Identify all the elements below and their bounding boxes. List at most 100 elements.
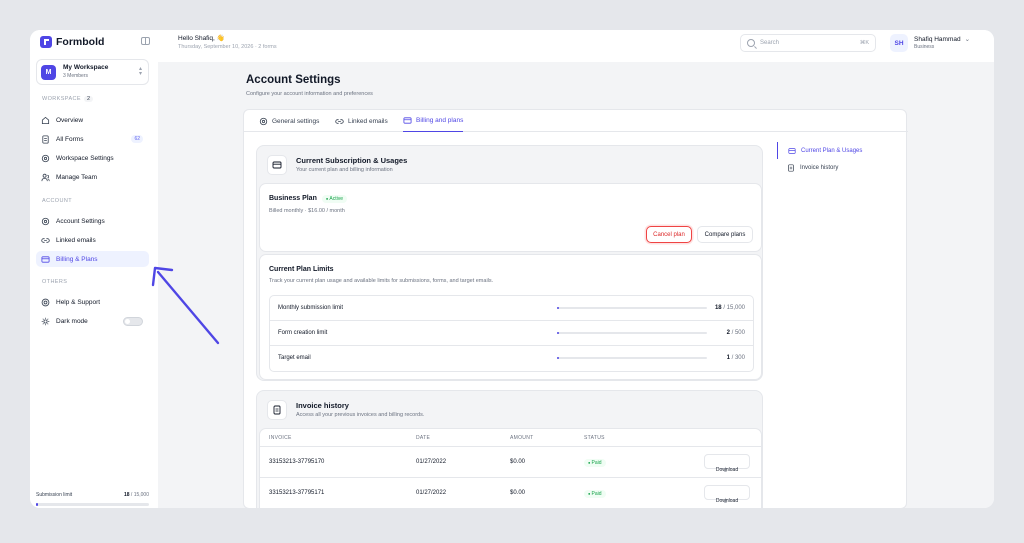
dark-mode-toggle[interactable] [123, 317, 143, 326]
greeting: Hello Shafiq, 👋 [178, 35, 225, 42]
tab-label: Linked emails [348, 117, 388, 125]
sidebar-item-help-support[interactable]: Help & Support [36, 294, 149, 310]
subscription-panel: Current Subscription & Usages Your curre… [256, 145, 763, 381]
section-nav-invoice-history[interactable]: Invoice history [777, 159, 897, 176]
sidebar-item-label: Dark mode [56, 317, 88, 325]
user-menu[interactable]: Shafiq Hammad ⌄ [914, 35, 970, 43]
tab-label: Billing and plans [416, 117, 464, 124]
tab-linked-emails[interactable]: Linked emails [335, 110, 388, 132]
workspace-switcher[interactable]: M My Workspace 3 Members ▴ ▾ [36, 59, 149, 85]
limit-progress-fill [557, 307, 560, 309]
workspace-members: 3 Members [63, 73, 89, 79]
document-icon [787, 163, 795, 172]
column-header: AMOUNT [510, 435, 534, 441]
limit-row: Monthly submission limit 18 / 15,000 [270, 296, 753, 321]
credit-card-icon [788, 147, 796, 155]
chevron-down-icon: ⌄ [964, 36, 971, 43]
search-input[interactable]: Search ⌘K [740, 34, 876, 52]
link-icon [41, 236, 50, 245]
plan-name: Business PlanActive [269, 195, 348, 203]
limits-title: Current Plan Limits [269, 266, 334, 273]
section-label-account: ACCOUNT [42, 198, 72, 204]
limit-progress-bar [557, 332, 707, 334]
sidebar-item-linked-emails[interactable]: Linked emails [36, 232, 149, 248]
download-button[interactable]: ⤓ Download [704, 454, 750, 473]
sidebar-item-overview[interactable]: Overview [36, 112, 149, 128]
sidebar-item-label: Billing & Plans [56, 255, 98, 263]
brand[interactable]: Formbold [40, 35, 150, 49]
invoice-id: 33153213-37795171 [269, 490, 325, 496]
section-nav-label: Invoice history [800, 164, 839, 171]
section-nav: Current Plan & Usages Invoice history [777, 142, 897, 176]
subscription-subtitle: Your current plan and billing informatio… [296, 167, 393, 173]
plan-billing: Billed monthly · $16.00 / month [269, 208, 345, 214]
submission-total: / 15,000 [130, 492, 149, 498]
plan-limits-card: Current Plan Limits Track your current p… [259, 254, 762, 380]
sidebar-collapse-icon[interactable] [141, 37, 150, 45]
forms-count-badge: 62 [131, 135, 143, 143]
submission-limit-label: Submission limit [36, 492, 73, 498]
limit-row: Target email 1 / 300 [270, 346, 753, 371]
workspace-name: My Workspace [63, 64, 109, 71]
user-name: Shafiq Hammad [914, 36, 961, 43]
search-icon [747, 39, 755, 47]
invoice-title: Invoice history [296, 401, 349, 410]
status-badge: Paid [584, 459, 606, 467]
invoice-amount: $0.00 [510, 459, 526, 465]
workspace-count-badge: 2 [83, 96, 94, 102]
column-header: DATE [416, 435, 431, 441]
credit-card-icon [403, 116, 412, 125]
search-placeholder: Search [760, 40, 780, 46]
limit-value: 18 / 15,000 [714, 305, 745, 311]
section-label-others: OTHERS [42, 279, 68, 285]
table-row: 33153213-37795171 01/27/2022 $0.00 Paid … [260, 478, 761, 508]
sidebar-item-manage-team[interactable]: Manage Team [36, 169, 149, 185]
limits-subtitle: Track your current plan usage and availa… [269, 278, 494, 284]
invoice-panel: Invoice history Access all your previous… [256, 390, 763, 508]
link-icon [335, 117, 344, 126]
table-header: INVOICE DATE AMOUNT STATUS [260, 429, 761, 447]
invoice-date: 01/27/2022 [416, 459, 447, 465]
submission-progress-fill [36, 503, 39, 506]
invoice-table: INVOICE DATE AMOUNT STATUS 33153213-3779… [259, 428, 762, 508]
gear-icon [41, 217, 50, 226]
chevron-updown-icon: ▴ ▾ [138, 66, 142, 77]
sidebar-item-dark-mode: Dark mode [36, 313, 149, 329]
top-header: Hello Shafiq, 👋 Thursday, September 10, … [158, 30, 994, 62]
gear-icon [41, 154, 50, 163]
compare-plans-button[interactable]: Compare plans [697, 226, 753, 243]
support-icon [41, 298, 50, 307]
submission-used: 18 [123, 492, 130, 498]
sidebar-item-account-settings[interactable]: Account Settings [36, 213, 149, 229]
limits-table: Monthly submission limit 18 / 15,000 For… [269, 295, 754, 372]
limit-value: 2 / 500 [726, 330, 745, 336]
limit-name: Monthly submission limit [278, 305, 344, 311]
sidebar-item-label: Linked emails [56, 236, 96, 244]
sidebar-item-label: Workspace Settings [56, 154, 114, 162]
sidebar-item-label: Account Settings [56, 217, 105, 225]
sidebar-item-label: All Forms [56, 135, 84, 143]
home-icon [41, 116, 50, 125]
tab-billing-plans[interactable]: Billing and plans [403, 110, 464, 132]
date-line: Thursday, September 10, 2026 · 2 forms [178, 44, 277, 50]
sidebar-item-all-forms[interactable]: All Forms 62 [36, 131, 149, 147]
column-header: STATUS [584, 435, 605, 441]
brand-name: Formbold [56, 36, 105, 48]
tab-label: General settings [272, 117, 320, 125]
cancel-plan-button[interactable]: Cancel plan [646, 226, 692, 243]
limit-progress-bar [557, 307, 707, 309]
plan-card: Business PlanActive Billed monthly · $16… [259, 183, 762, 252]
limit-progress-fill [557, 357, 560, 359]
user-avatar[interactable]: SH [890, 34, 908, 52]
plan-status-badge: Active [321, 195, 348, 203]
formbold-logo-icon [40, 36, 52, 48]
sidebar-item-workspace-settings[interactable]: Workspace Settings [36, 150, 149, 166]
section-nav-current-plan[interactable]: Current Plan & Usages [777, 142, 897, 159]
tab-general-settings[interactable]: General settings [259, 110, 319, 132]
sun-icon [41, 317, 50, 326]
sidebar-item-billing-plans[interactable]: Billing & Plans [36, 251, 149, 267]
section-label-workspace: WORKSPACE 2 [42, 96, 94, 102]
invoice-amount: $0.00 [510, 490, 526, 496]
credit-card-icon [267, 155, 287, 175]
download-button[interactable]: ⤓ Download [704, 485, 750, 504]
